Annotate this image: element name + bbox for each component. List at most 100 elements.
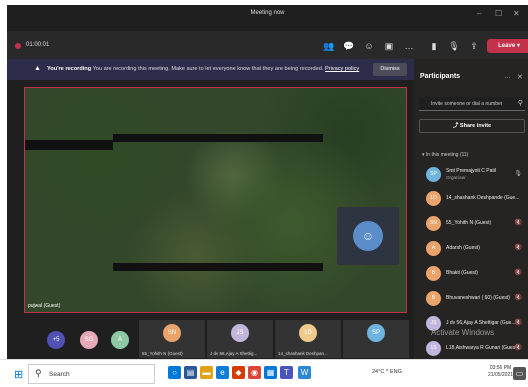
tile-label: J dv 56,Ajay A Shettig... (210, 351, 258, 356)
recording-dot-icon (15, 43, 21, 49)
participant-name: 55_Yohith N (Guest) (446, 220, 492, 226)
in-meeting-header[interactable]: ▾ In this meeting (11) (422, 152, 468, 158)
participant-row[interactable]: B Bhakti (Guest) 🔇 (418, 263, 524, 283)
participant-name: L18,Aishwarya R Gunari (Guest) (446, 345, 519, 351)
activate-windows-watermark: Activate Windows (431, 328, 495, 337)
video-tile[interactable]: SN 55_Yohith N (Guest) (139, 320, 205, 358)
participant-row[interactable]: SN 55_Yohith N (Guest) 🔇 (418, 213, 524, 233)
participant-row[interactable]: B Bhuvaneshwari ( 60) (Guest) 🔇 (418, 288, 524, 308)
reactions-icon[interactable]: ☺ (362, 39, 376, 53)
avatar[interactable]: SG (80, 331, 98, 349)
participants-icon[interactable]: 👥 (322, 39, 336, 53)
participant-name: Bhuvaneshwari ( 60) (Guest) (446, 295, 510, 301)
in-meeting-label: In this meeting (11) (425, 152, 469, 158)
system-tray[interactable]: 24°C ^ ENG (372, 369, 402, 375)
participant-name: Bhakti (Guest) (446, 270, 478, 276)
participant-row[interactable]: 1S L18,Aishwarya R Gunari (Guest) 🔇 (418, 338, 524, 358)
maximize-button[interactable]: ☐ (495, 9, 502, 18)
taskbar-search-input[interactable]: ⚲ Search (28, 364, 155, 384)
avatar: B (426, 266, 441, 281)
cortana-icon[interactable]: ○ (168, 366, 181, 379)
invite-search-placeholder: Invite someone or dial a number (431, 101, 503, 107)
microphone-icon[interactable]: 🎙 (447, 39, 461, 53)
recording-text: You are recording this meeting. Make sur… (92, 66, 324, 72)
participant-row[interactable]: SP Smt Premajyoti C Patil Organiser 🎙 (418, 164, 524, 184)
more-options-icon[interactable]: … (504, 73, 511, 80)
leave-label: Leave (498, 43, 516, 49)
video-tile[interactable]: 1D 14_shashank Deshpan... (275, 320, 341, 358)
file-explorer-icon[interactable]: ▬ (200, 366, 213, 379)
teams-window: Meeting now – ☐ ✕ 01:00:01 👥 💬 ☺ ▣ … ▮ 🎙… (7, 5, 528, 359)
window-title: Meeting now (250, 10, 285, 16)
leave-button[interactable]: Leave ▾ (487, 39, 528, 53)
presenter-label: pujwal (Guest) (28, 303, 61, 309)
avatar: JS (231, 324, 249, 342)
video-frame-band (113, 134, 323, 142)
edge-icon[interactable]: e (216, 366, 229, 379)
more-actions-icon[interactable]: … (402, 39, 416, 53)
participant-name: 14_shashank Deshpande (Gue... (446, 195, 520, 201)
participant-row[interactable]: A Adarsh (Guest) 🔇 (418, 238, 524, 258)
notifications-icon[interactable]: ▭ (513, 367, 526, 380)
recording-banner: ▲ You're recording You are recording thi… (7, 59, 414, 80)
camera-off-icon[interactable]: ▮ (427, 39, 441, 53)
overflow-avatar[interactable]: +5 (47, 331, 65, 349)
video-frame-band (113, 263, 323, 271)
warning-icon: ▲ (34, 65, 41, 72)
participant-row[interactable]: 1D 14_shashank Deshpande (Gue... (418, 188, 524, 208)
participant-name: Adarsh (Guest) (446, 245, 480, 251)
chat-icon[interactable]: 💬 (342, 39, 356, 53)
office-icon[interactable]: ◆ (232, 366, 245, 379)
clock-time: 03:56 PM (489, 365, 512, 371)
minimize-button[interactable]: – (477, 9, 481, 18)
share-invite-button[interactable]: ⤴ Share invite (419, 119, 525, 133)
title-bar: Meeting now – ☐ ✕ (7, 5, 528, 23)
word-icon[interactable]: W (298, 366, 311, 379)
teams-icon[interactable]: T (280, 366, 293, 379)
share-invite-label: Share invite (459, 123, 492, 129)
call-timer: 01:00:01 (26, 42, 50, 48)
dismiss-button[interactable]: Dismiss (373, 63, 407, 76)
task-view-icon[interactable]: ▤ (184, 366, 197, 379)
privacy-policy-link[interactable]: Privacy policy (325, 66, 359, 72)
clock-date: 21/05/2021 (488, 372, 514, 378)
call-controls-bar: 01:00:01 👥 💬 ☺ ▣ … ▮ 🎙 ⇪ Leave ▾ (7, 31, 528, 59)
mic-muted-icon: 🔇 (514, 295, 522, 301)
video-tile[interactable]: SP (343, 320, 409, 358)
taskbar-clock[interactable]: 03:56 PM 21/05/2021 (488, 365, 513, 379)
participant-role: Organiser (446, 175, 466, 180)
avatar: B (426, 291, 441, 306)
participant-name: Smt Premajyoti C Patil (446, 168, 497, 174)
store-icon[interactable]: ▦ (264, 366, 277, 379)
panel-title: Participants (420, 73, 461, 80)
avatar: SN (163, 324, 181, 342)
chrome-icon[interactable]: ◉ (248, 366, 261, 379)
mic-muted-icon: 🔇 (514, 320, 522, 326)
breakout-rooms-icon[interactable]: ▣ (382, 39, 396, 53)
participant-name: J dv 56,Ajay A Shettigar (Gue... (446, 320, 516, 326)
self-view-tile[interactable]: ☺ (337, 207, 399, 265)
search-icon: ⚲ (517, 100, 523, 107)
avatar: A (426, 241, 441, 256)
meeting-stage: ☺ pujwal (Guest) (7, 80, 414, 317)
close-button[interactable]: ✕ (513, 9, 520, 18)
mic-muted-icon: 🔇 (514, 270, 522, 276)
windows-start-icon[interactable]: ⊞ (14, 368, 23, 381)
avatar: SN (426, 216, 441, 231)
microphone-icon: 🎙 (514, 171, 522, 177)
share-screen-icon[interactable]: ⇪ (467, 39, 481, 53)
invite-search-input[interactable]: Invite someone or dial a number ⚲ (419, 97, 525, 111)
close-panel-icon[interactable]: ✕ (517, 73, 523, 81)
participants-panel: Participants … ✕ Invite someone or dial … (414, 59, 528, 359)
avatar: 1D (426, 191, 441, 206)
video-tile[interactable]: JS J dv 56,Ajay A Shettig... (207, 320, 273, 358)
mic-muted-icon: 🔇 (514, 220, 522, 226)
windows-taskbar: ⊞ ⚲ Search ○ ▤ ▬ e ◆ ◉ ▦ T W 24°C ^ ENG … (0, 359, 528, 387)
shared-video[interactable]: ☺ pujwal (Guest) (24, 87, 407, 313)
avatar: 1S (426, 341, 441, 356)
tile-label: 55_Yohith N (Guest) (142, 351, 183, 356)
tile-label: 14_shashank Deshpan... (278, 351, 328, 356)
avatar[interactable]: A (111, 331, 129, 349)
recording-title: You're recording (47, 66, 92, 72)
mic-muted-icon: 🔇 (514, 245, 522, 251)
